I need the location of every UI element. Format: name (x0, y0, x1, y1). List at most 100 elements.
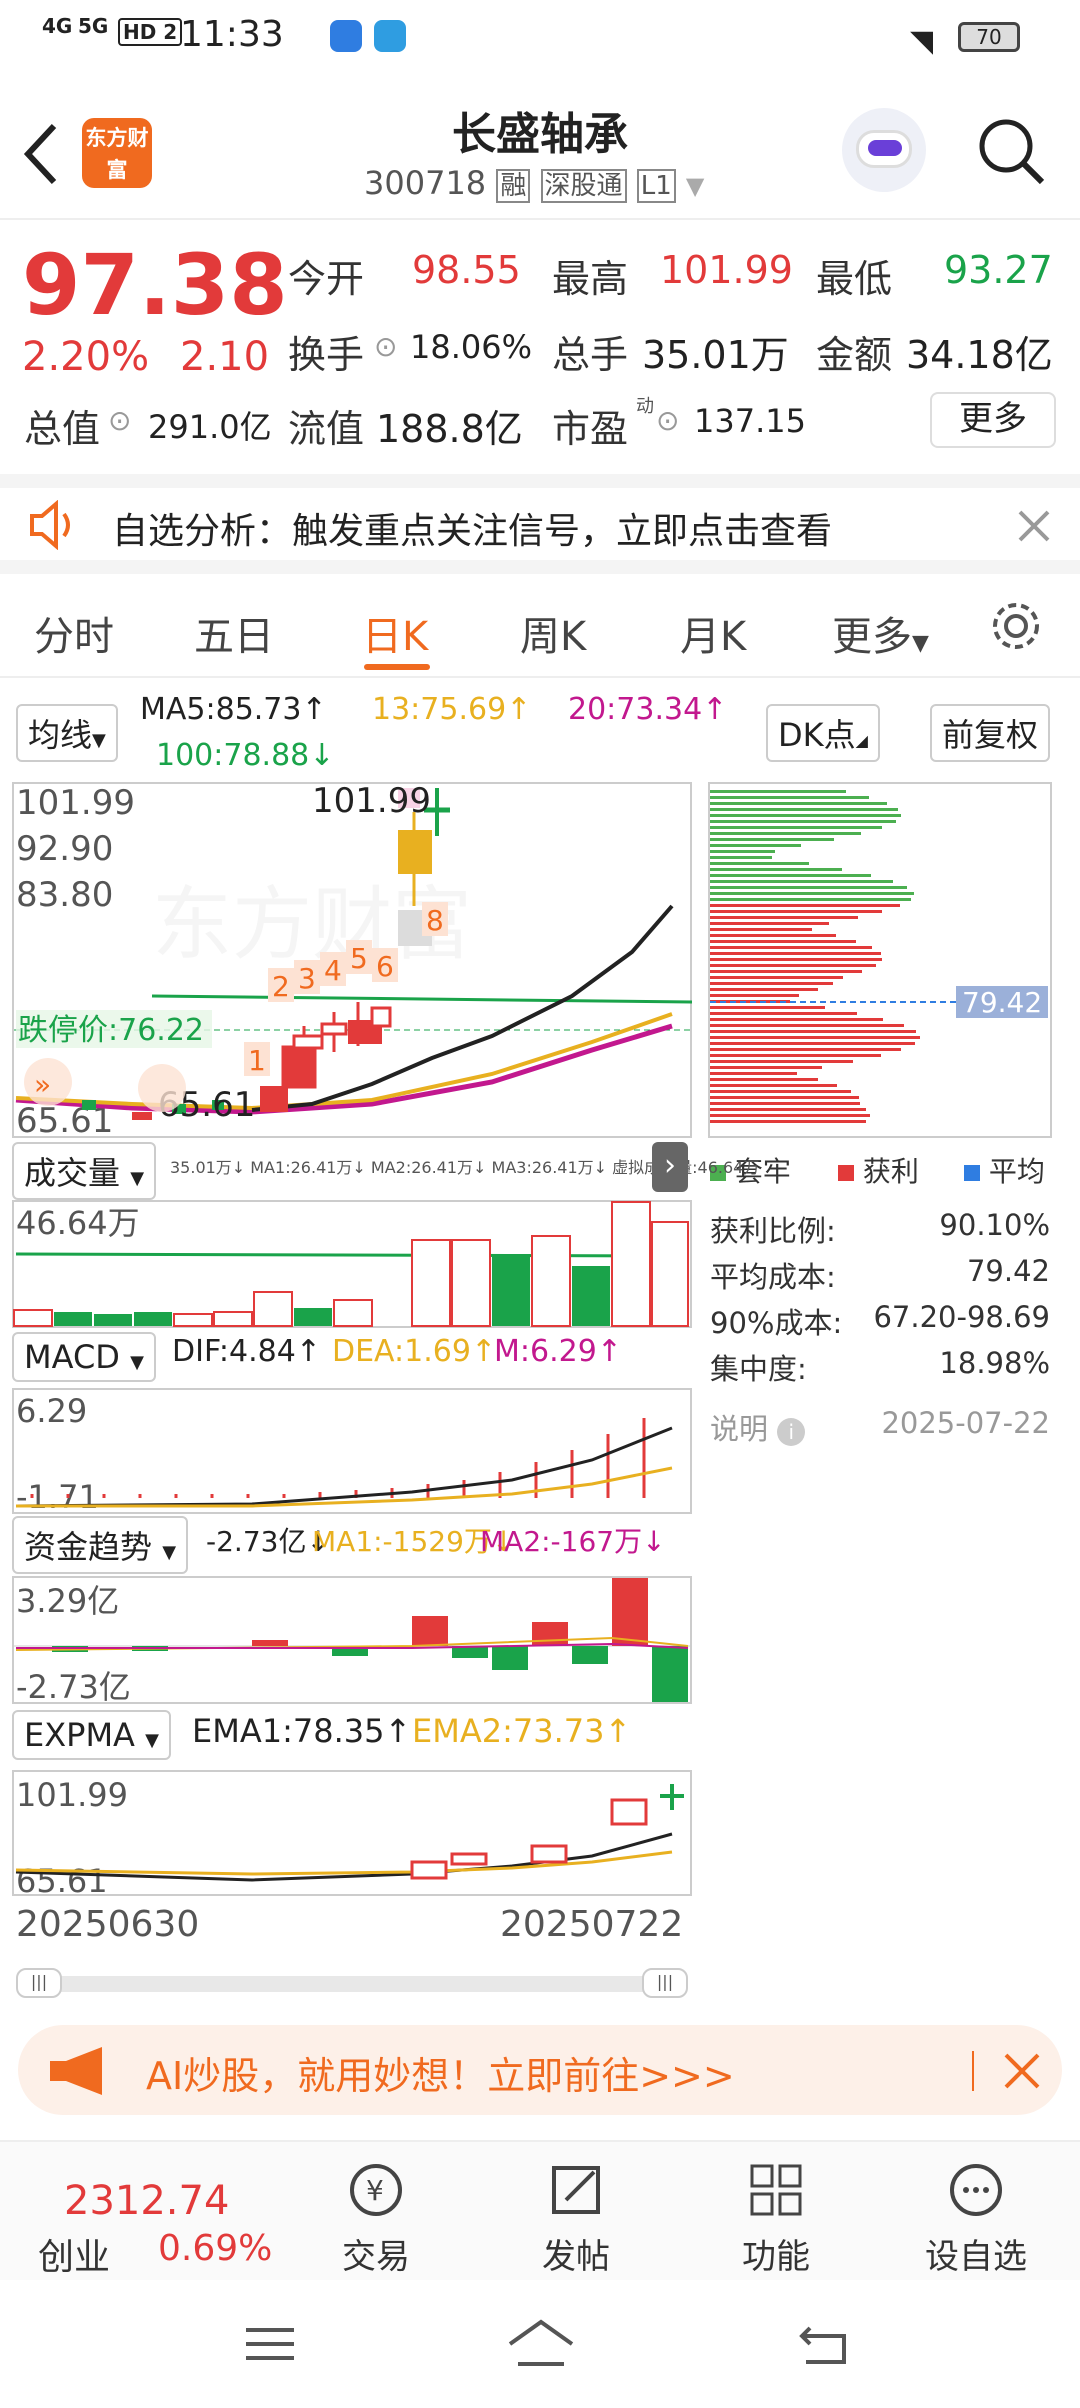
signal-4g-icon: 4G (42, 14, 73, 38)
nav-trade[interactable]: ¥ 交易 (296, 2160, 456, 2278)
info-dots-icon[interactable]: ⊙ (374, 330, 397, 363)
chip-bar (710, 850, 775, 853)
nav-trade-label: 交易 (342, 2237, 410, 2277)
chip-bar (710, 1024, 904, 1027)
chip-bar (710, 940, 856, 943)
range-handle-right[interactable]: ||| (642, 1968, 688, 1998)
turnover-value: 18.06% (410, 328, 533, 366)
chip-bar (710, 808, 898, 811)
chip-distribution-chart[interactable]: 79.42 (708, 782, 1052, 1138)
ma-select[interactable]: 均线▼ (16, 704, 118, 762)
expma-chart[interactable]: 101.99 65.61 (12, 1770, 692, 1896)
info-dots-icon[interactable]: ⊙ (108, 404, 131, 437)
search-icon[interactable] (976, 116, 1048, 188)
low-label: 最低 (816, 257, 893, 301)
tab-indicator (364, 664, 430, 670)
ai-robot-avatar[interactable] (842, 108, 926, 192)
back-nav-icon[interactable] (796, 2318, 852, 2370)
nav-post[interactable]: 发帖 (496, 2160, 656, 2278)
chip-bar (710, 946, 872, 949)
fund-select-label: 资金趋势 (24, 1528, 153, 1566)
ma100-value: 100:78.88↓ (156, 738, 335, 773)
menu-icon[interactable] (240, 2322, 300, 2368)
chip-bar (710, 832, 861, 835)
close-icon[interactable] (1016, 508, 1052, 544)
macd-select-label: MACD (24, 1338, 120, 1376)
system-nav-bar (0, 2280, 1080, 2408)
range-scrollbar[interactable]: ||| ||| (16, 1968, 688, 1998)
tab-weekly-k[interactable]: 周K (520, 604, 586, 662)
index-name[interactable]: 创业 (38, 2228, 110, 2280)
fund-trend-select[interactable]: 资金趋势 ▼ (12, 1516, 189, 1574)
tab-more[interactable]: 更多▼ (832, 604, 929, 662)
chip-concentration: 集中度: 18.98% (710, 1346, 1050, 1386)
svg-text:8: 8 (426, 904, 444, 937)
note-label: 说明 (710, 1412, 769, 1446)
fund-trend-chart[interactable]: 3.29亿 -2.73亿 (12, 1576, 692, 1704)
range-handle-left[interactable]: ||| (16, 1968, 62, 1998)
float-value: 188.8亿 (376, 407, 523, 451)
trade-icon: ¥ (350, 2164, 402, 2216)
tab-five-day[interactable]: 五日 (194, 604, 274, 662)
date-end: 20250722 (500, 1904, 684, 1945)
edit-post-icon (552, 2166, 600, 2214)
nav-function[interactable]: 功能 (696, 2160, 856, 2278)
tab-more-label: 更多 (832, 614, 912, 660)
more-dots-icon (950, 2164, 1002, 2216)
index-pct[interactable]: 0.69% (158, 2228, 272, 2269)
info-dots-icon[interactable]: ⊙ (656, 404, 679, 437)
chip-bar (710, 964, 876, 967)
avg-cost-tag: 79.42 (962, 986, 1042, 1019)
settings-gear-icon[interactable] (988, 598, 1044, 654)
tab-daily-k[interactable]: 日K (362, 604, 428, 662)
chip-bar (710, 1102, 860, 1105)
macd-chart[interactable]: 6.29 -1.71 (12, 1388, 692, 1514)
expma-ema1: EMA1:78.35↑ (192, 1712, 412, 1750)
period-tabs: 分时 五日 日K 周K 月K 更多▼ (0, 574, 1080, 678)
nav-function-label: 功能 (742, 2237, 810, 2277)
chip-90-cost: 90%成本: 67.20-98.69 (710, 1300, 1050, 1340)
index-value[interactable]: 2312.74 (64, 2178, 229, 2224)
limit-down-label: 跌停价:76.22 (18, 1013, 204, 1048)
macd-m: M:6.29↑ (494, 1334, 622, 1369)
volume-select[interactable]: 成交量 ▼ (12, 1142, 157, 1200)
chip-bar (710, 1072, 797, 1075)
nav-add-watch[interactable]: 设自选 (896, 2160, 1056, 2278)
panel-toggle-arrow-icon[interactable]: › (652, 1142, 688, 1192)
dk-point-button[interactable]: DK点◢ (766, 704, 880, 762)
svg-text:1: 1 (248, 1044, 266, 1077)
adjust-button[interactable]: 前复权 (930, 704, 1051, 762)
hd-icon: HD 2 (118, 18, 183, 46)
macd-y-high: 6.29 (16, 1392, 87, 1430)
chip-note-row[interactable]: 说明 i 2025-07-22 (710, 1406, 1050, 1448)
ma-select-label: 均线 (28, 716, 93, 754)
chip-bar (710, 1090, 851, 1093)
chip-bar (710, 916, 858, 919)
corner-arrow-icon: ◢ (855, 731, 868, 750)
notice-bar[interactable]: 自选分析：触发重点关注信号，立即点击查看 (0, 474, 1080, 574)
notice-text: 自选分析：触发重点关注信号，立即点击查看 (112, 511, 833, 552)
expand-icon[interactable] (138, 1064, 186, 1112)
volume-label: 总手 (552, 333, 629, 377)
tab-monthly-k[interactable]: 月K (680, 604, 746, 662)
more-button[interactable]: 更多 (930, 392, 1056, 448)
kline-main-chart[interactable]: 东方财富 101.99 92.90 83.80 65.61 1 2 3 4 5 … (12, 782, 692, 1138)
bottom-toolbar: 2312.74 创业 0.69% ¥ 交易 发帖 功能 设自选 (0, 2140, 1080, 2280)
signal-5g-icon: 5G (78, 14, 109, 38)
volume-chart[interactable]: 46.64万 (12, 1200, 692, 1328)
ai-ad-banner[interactable]: AI炒股，就用妙想！立即前往>>> (18, 2025, 1062, 2115)
tab-intraday[interactable]: 分时 (34, 604, 114, 662)
home-icon[interactable] (504, 2316, 578, 2372)
close-icon[interactable] (1002, 2051, 1042, 2091)
stock-code-row[interactable]: 300718 融 深股通 L1 ▼ (364, 164, 704, 203)
caret-down-icon: ▼ (92, 730, 106, 751)
expma-select[interactable]: EXPMA ▼ (12, 1710, 171, 1760)
quote-panel: 97.38 2.20% 2.10 今开 98.55 最高 101.99 最低 9… (0, 222, 1080, 472)
max-price-mark: 101.99 (312, 782, 431, 821)
pe-sup: 动 (636, 396, 654, 417)
volume-select-label: 成交量 (24, 1154, 121, 1192)
macd-select[interactable]: MACD ▼ (12, 1332, 156, 1382)
kline-chart-area: 均线▼ MA5:85.73↑ 13:75.69↑ 20:73.34↑ 100:7… (0, 680, 1080, 2020)
app-notify-icon-2 (374, 20, 406, 52)
pe-label: 市盈 (552, 407, 629, 451)
